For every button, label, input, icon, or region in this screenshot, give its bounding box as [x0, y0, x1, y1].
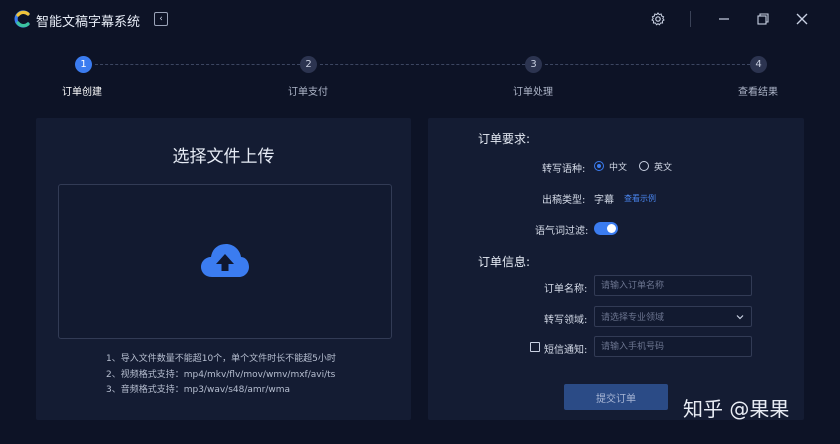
close-button[interactable] — [793, 10, 811, 28]
upload-title: 选择文件上传 — [172, 147, 275, 167]
app-logo-icon — [14, 10, 30, 28]
requirements-title: 订单要求: — [478, 132, 531, 146]
filter-toggle[interactable] — [594, 222, 618, 235]
filter-label: 语气词过滤: — [535, 226, 589, 237]
app-title: 智能文稿字幕系统 — [36, 15, 141, 30]
file-dropzone[interactable] — [58, 184, 392, 339]
step-4-circle: 4 — [750, 56, 767, 73]
step-connector — [545, 64, 750, 65]
cloud-upload-icon — [201, 244, 249, 277]
language-label: 转写语种: — [542, 164, 586, 175]
step-1-circle: 1 — [75, 56, 92, 73]
title-bar: 智能文稿字幕系统 ‹ — [0, 0, 840, 38]
step-2-circle: 2 — [300, 56, 317, 73]
info-title: 订单信息: — [478, 255, 531, 269]
submit-order-button[interactable]: 提交订单 — [564, 384, 668, 410]
domain-select-placeholder: 请选择专业领域 — [601, 313, 665, 323]
phone-input[interactable] — [594, 336, 752, 357]
watermark: 知乎 @果果 — [683, 397, 790, 421]
domain-label: 转写领域: — [544, 315, 588, 326]
restore-button[interactable] — [754, 10, 772, 28]
chevron-down-icon — [736, 315, 744, 320]
step-4-label: 查看结果 — [738, 87, 778, 98]
order-name-label: 订单名称: — [544, 284, 588, 295]
upload-note: 3、音频格式支持：mp3/wav/s48/amr/wma — [106, 385, 291, 395]
collapse-sidebar-button[interactable]: ‹ — [154, 12, 168, 26]
order-steps: 1 订单创建 2 订单支付 3 订单处理 4 查看结果 — [0, 52, 840, 102]
sms-label: 短信通知: — [544, 345, 588, 356]
upload-note: 1、导入文件数量不能超10个，单个文件时长不能超5小时 — [106, 354, 336, 364]
upload-panel: 选择文件上传 1、导入文件数量不能超10个，单个文件时长不能超5小时 2、视频格… — [36, 118, 411, 420]
step-connector — [95, 64, 300, 65]
step-3-label: 订单处理 — [513, 87, 553, 98]
language-option-chinese[interactable]: 中文 — [609, 160, 627, 173]
upload-note: 2、视频格式支持：mp4/mkv/flv/mov/wmv/mxf/avi/ts — [106, 369, 336, 380]
view-example-link[interactable]: 查看示例 — [624, 193, 656, 204]
language-option-english[interactable]: 英文 — [654, 160, 672, 173]
output-type-value: 字幕 — [594, 195, 614, 206]
order-name-input[interactable] — [594, 275, 752, 296]
order-form-panel: 订单要求: 转写语种: 中文 英文 出稿类型: 字幕 查看示例 语气词过滤: 订… — [428, 118, 804, 420]
step-connector — [320, 64, 525, 65]
language-radio-chinese[interactable] — [594, 161, 604, 171]
minimize-button[interactable] — [715, 10, 733, 28]
upload-notes: 1、导入文件数量不能超10个，单个文件时长不能超5小时 2、视频格式支持：mp4… — [106, 352, 336, 399]
step-1-label: 订单创建 — [62, 87, 102, 98]
language-radio-english[interactable] — [639, 161, 649, 171]
settings-icon[interactable] — [649, 10, 667, 28]
output-type-label: 出稿类型: — [542, 195, 586, 206]
domain-select[interactable]: 请选择专业领域 — [594, 306, 752, 327]
step-2-label: 订单支付 — [288, 87, 328, 98]
sms-checkbox[interactable] — [530, 342, 540, 352]
step-3-circle: 3 — [525, 56, 542, 73]
titlebar-divider — [690, 11, 691, 27]
